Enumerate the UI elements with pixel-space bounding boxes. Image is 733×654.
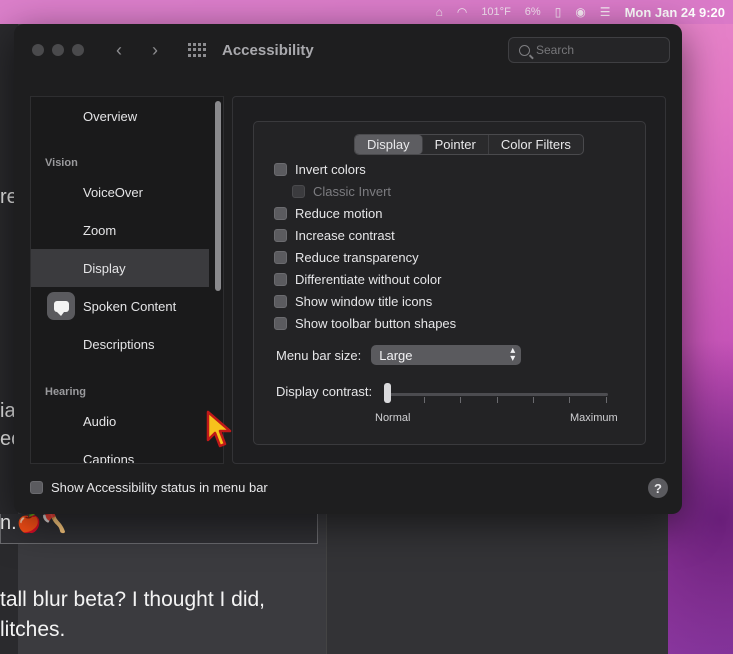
option-label: Reduce transparency [295, 249, 419, 265]
display-contrast-slider-knob[interactable] [384, 383, 391, 403]
display-options-group: Display Pointer Color Filters Invert col… [253, 121, 646, 445]
sidebar-item-zoom[interactable]: Zoom [31, 211, 209, 249]
sidebar-item-label: Zoom [83, 222, 117, 238]
show-toolbar-button-shapes-checkbox[interactable] [274, 316, 287, 330]
display-contrast-row: Display contrast: Normal Maximum [276, 383, 636, 430]
slider-tick [460, 397, 461, 403]
tab-color-filters[interactable]: Color Filters [489, 135, 583, 154]
menu-extra-icon[interactable]: ⌂ [436, 5, 443, 19]
window-controls [32, 44, 84, 56]
window-titlebar: ‹ › Accessibility [14, 24, 682, 76]
pane-tabs: Display Pointer Color Filters [354, 134, 584, 155]
sidebar-item-spoken-content[interactable]: Spoken Content [31, 287, 209, 325]
forward-button[interactable]: › [148, 40, 162, 61]
option-label: Show toolbar button shapes [295, 315, 457, 331]
option-label: Increase contrast [295, 227, 395, 243]
close-window-button[interactable] [32, 44, 44, 56]
reduce-transparency-checkbox[interactable] [274, 250, 287, 264]
slider-min-label: Normal [375, 412, 411, 424]
system-menu-bar: ⌂ ◠ 101°F 6% ▯ ◉ ☰ Mon Jan 24 9:20 [0, 0, 733, 24]
category-sidebar[interactable]: Overview Vision VoiceOver Zoom Display S… [30, 96, 224, 464]
chevron-updown-icon: ▴ ▾ [510, 345, 516, 364]
option-label: Invert colors [295, 161, 366, 177]
back-button[interactable]: ‹ [112, 40, 126, 61]
sidebar-item-captions[interactable]: Captions [31, 440, 209, 464]
sidebar-item-label: Descriptions [83, 336, 155, 352]
sidebar-section-hearing: Hearing [45, 386, 86, 398]
background-text-line: tall blur beta? I thought I did, [0, 588, 266, 611]
slider-tick [606, 397, 607, 403]
slider-max-label: Maximum [570, 412, 618, 424]
show-window-title-icons-option[interactable]: Show window title icons [274, 292, 432, 310]
display-contrast-label: Display contrast: [276, 384, 373, 399]
sidebar-item-label: Display [83, 260, 126, 276]
sidebar-item-voiceover[interactable]: VoiceOver [31, 173, 209, 211]
sidebar-item-label: Spoken Content [83, 298, 177, 314]
menubar-clock[interactable]: Mon Jan 24 9:20 [625, 5, 725, 20]
search-field[interactable] [508, 37, 670, 63]
sidebar-item-display[interactable]: Display [31, 249, 209, 287]
option-label: Reduce motion [295, 205, 383, 221]
sidebar-item-label: Audio [83, 413, 117, 429]
differentiate-without-color-checkbox[interactable] [274, 272, 287, 286]
slider-tick [569, 397, 570, 403]
screen-recording-icon[interactable]: ◉ [575, 5, 585, 19]
option-label: Show window title icons [295, 293, 433, 309]
sidebar-item-descriptions[interactable]: Descriptions [31, 325, 209, 363]
search-input[interactable] [536, 43, 656, 57]
accessibility-status-checkbox[interactable] [30, 481, 43, 494]
sidebar-item-label: Captions [83, 451, 135, 464]
battery-icon[interactable]: ▯ [555, 5, 562, 19]
slider-tick [497, 397, 498, 403]
show-all-grid-icon[interactable] [188, 43, 206, 57]
slider-tick [533, 397, 534, 403]
control-center-icon[interactable]: ☰ [600, 5, 611, 19]
menu-bar-size-label: Menu bar size: [276, 347, 362, 363]
sidebar-item-label: VoiceOver [83, 184, 143, 200]
accessibility-status-label: Show Accessibility status in menu bar [51, 480, 268, 495]
menu-bar-size-value: Large [379, 347, 413, 363]
sidebar-item-label: Overview [83, 108, 138, 124]
show-window-title-icons-checkbox[interactable] [274, 294, 287, 308]
mouse-pointer-icon [206, 410, 232, 448]
increase-contrast-option[interactable]: Increase contrast [274, 226, 395, 244]
sidebar-section-vision: Vision [45, 157, 78, 169]
reduce-transparency-option[interactable]: Reduce transparency [274, 248, 419, 266]
sidebar-item-overview[interactable]: Overview [31, 97, 209, 135]
sidebar-scroll-thumb[interactable] [215, 101, 221, 291]
option-label: Differentiate without color [295, 271, 442, 287]
speech-bubble-icon [47, 292, 75, 320]
help-button[interactable]: ? [648, 478, 668, 498]
reduce-motion-checkbox[interactable] [274, 206, 287, 220]
option-label: Classic Invert [313, 183, 392, 199]
window-title: Accessibility [222, 41, 314, 59]
zoom-window-button[interactable] [72, 44, 84, 56]
menu-bar-size-select[interactable]: Large ▴ ▾ [371, 345, 522, 365]
reduce-motion-option[interactable]: Reduce motion [274, 204, 382, 222]
invert-colors-option[interactable]: Invert colors [274, 160, 366, 178]
increase-contrast-checkbox[interactable] [274, 228, 287, 242]
sidebar-item-audio[interactable]: Audio [31, 402, 209, 440]
accessibility-status-option[interactable]: Show Accessibility status in menu bar [30, 480, 268, 495]
background-divider [326, 510, 668, 654]
menu-bar-size-row: Menu bar size: Large ▴ ▾ [276, 345, 522, 365]
classic-invert-option[interactable]: Classic Invert [292, 182, 391, 200]
wifi-icon[interactable]: ◠ [457, 5, 467, 19]
accessibility-preferences-window: ‹ › Accessibility Overview Vision VoiceO… [14, 24, 682, 514]
display-settings-pane: Display Pointer Color Filters Invert col… [232, 96, 666, 464]
display-contrast-slider[interactable] [388, 393, 608, 403]
battery-percentage[interactable]: 6% [525, 6, 541, 18]
tab-pointer[interactable]: Pointer [423, 135, 489, 154]
show-toolbar-button-shapes-option[interactable]: Show toolbar button shapes [274, 314, 456, 332]
slider-tick [424, 397, 425, 403]
differentiate-without-color-option[interactable]: Differentiate without color [274, 270, 441, 288]
tab-display[interactable]: Display [355, 135, 423, 154]
temperature-readout[interactable]: 101°F [481, 6, 510, 18]
invert-colors-checkbox[interactable] [274, 162, 287, 176]
search-icon [519, 44, 530, 56]
classic-invert-checkbox[interactable] [292, 184, 305, 198]
background-text-line: litches. [0, 618, 66, 641]
sidebar-scrollbar[interactable] [215, 101, 221, 461]
minimize-window-button[interactable] [52, 44, 64, 56]
